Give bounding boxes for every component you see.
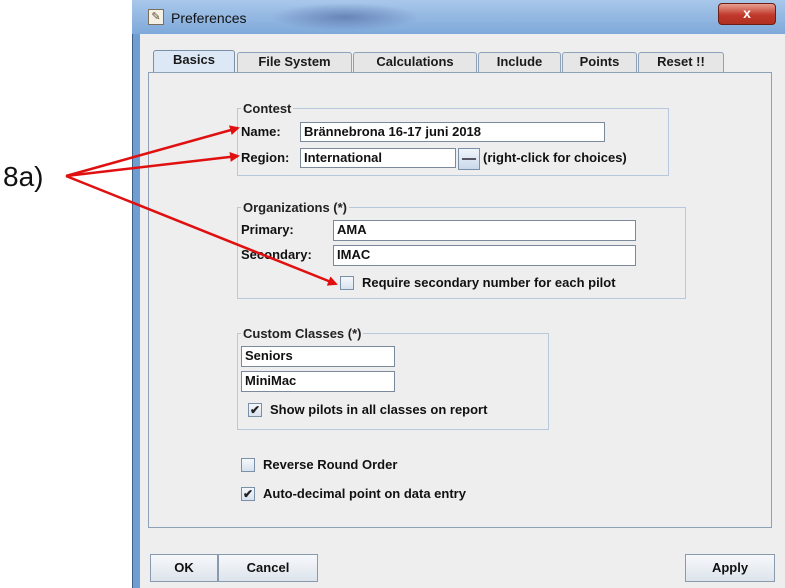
annotation-arrows <box>65 125 338 286</box>
annotation-arrow-require-secondary <box>65 174 338 286</box>
annotation-arrow-name <box>65 125 240 178</box>
annotation-arrow-region <box>65 151 240 178</box>
